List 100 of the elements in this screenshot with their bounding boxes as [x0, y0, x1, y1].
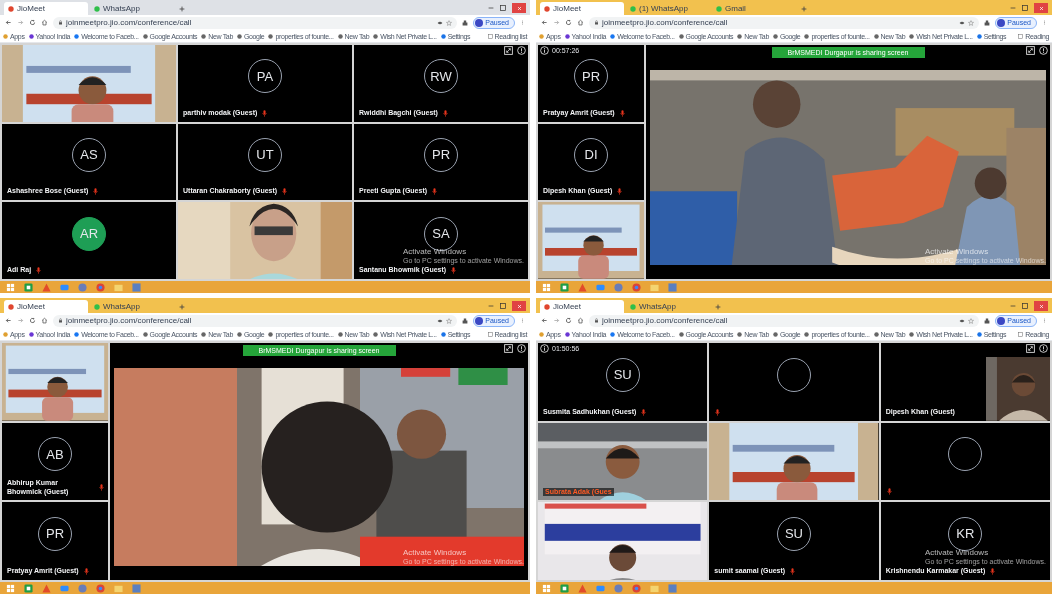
- address-field[interactable]: joinmeetpro.jio.com/conference/call: [53, 314, 458, 327]
- home-icon[interactable]: [41, 317, 48, 324]
- browser-icon[interactable]: [632, 282, 641, 292]
- folder-icon[interactable]: [114, 282, 123, 292]
- close-button[interactable]: [1034, 301, 1048, 311]
- close-button[interactable]: [512, 301, 526, 311]
- folder-icon[interactable]: [650, 583, 659, 593]
- alert-icon[interactable]: [517, 46, 526, 55]
- home-icon[interactable]: [41, 19, 48, 26]
- forward-icon[interactable]: [17, 317, 24, 324]
- back-icon[interactable]: [5, 19, 12, 26]
- minimize-icon[interactable]: [488, 303, 494, 309]
- reload-icon[interactable]: [565, 19, 572, 26]
- folder-icon[interactable]: [114, 583, 123, 593]
- window-app-icon[interactable]: [132, 583, 141, 593]
- alert-icon[interactable]: [517, 344, 526, 353]
- media-app-icon[interactable]: [614, 583, 623, 593]
- back-icon[interactable]: [541, 317, 548, 324]
- tab-favicon-icon: [544, 5, 550, 12]
- minimize-icon[interactable]: [488, 5, 494, 11]
- bookmark-favicon-icon: [3, 33, 8, 39]
- new-tab-icon[interactable]: [179, 304, 185, 310]
- reload-icon[interactable]: [29, 317, 36, 324]
- close-button[interactable]: [512, 3, 526, 13]
- star-icon[interactable]: [446, 19, 453, 26]
- star-icon[interactable]: [968, 19, 975, 26]
- address-field[interactable]: joinmeetpro.jio.com/conference/call: [53, 16, 458, 29]
- fullscreen-icon[interactable]: [1026, 46, 1035, 55]
- video-app-icon[interactable]: [60, 583, 69, 593]
- back-icon[interactable]: [541, 19, 548, 26]
- star-icon[interactable]: [968, 317, 975, 324]
- start-icon[interactable]: [542, 282, 551, 292]
- browser-tab[interactable]: JioMeet: [540, 2, 624, 15]
- window-app-icon[interactable]: [668, 583, 677, 593]
- browser-tab[interactable]: JioMeet: [540, 300, 624, 313]
- new-tab-icon[interactable]: [715, 304, 721, 310]
- video-app-icon[interactable]: [596, 583, 605, 593]
- browser-tab[interactable]: WhatsApp: [90, 2, 174, 15]
- close-icon: [516, 303, 522, 309]
- home-icon[interactable]: [577, 317, 584, 324]
- bookmark-favicon-icon: [440, 33, 446, 39]
- forward-icon[interactable]: [553, 317, 560, 324]
- reload-icon[interactable]: [565, 317, 572, 324]
- alert-icon[interactable]: [1039, 46, 1048, 55]
- bookmark-favicon-icon: [201, 33, 207, 39]
- triangle-app-icon[interactable]: [578, 583, 587, 593]
- browser-icon[interactable]: [632, 583, 641, 593]
- forward-icon[interactable]: [17, 19, 24, 26]
- app-icon[interactable]: [560, 583, 569, 593]
- info-icon[interactable]: [540, 344, 549, 353]
- close-button[interactable]: [1034, 3, 1048, 13]
- app-icon[interactable]: [24, 583, 33, 593]
- minimize-icon[interactable]: [1010, 5, 1016, 11]
- browser-icon[interactable]: [96, 282, 105, 292]
- new-tab-icon[interactable]: [179, 6, 185, 12]
- profile-avatar-icon: [475, 316, 484, 325]
- video-app-icon[interactable]: [60, 282, 69, 292]
- video-app-icon[interactable]: [596, 282, 605, 292]
- reading-list-icon: [1018, 331, 1024, 337]
- fullscreen-icon[interactable]: [504, 46, 513, 55]
- maximize-icon[interactable]: [1022, 5, 1028, 11]
- window-app-icon[interactable]: [668, 282, 677, 292]
- minimize-icon[interactable]: [1010, 303, 1016, 309]
- activation-notice-title: Activate Windows: [403, 549, 468, 557]
- browser-tab[interactable]: JioMeet: [4, 2, 88, 15]
- new-tab-icon[interactable]: [801, 6, 807, 12]
- app-icon[interactable]: [24, 282, 33, 292]
- address-field[interactable]: joinmeetpro.jio.com/conference/call: [589, 16, 980, 29]
- maximize-icon[interactable]: [1022, 303, 1028, 309]
- browser-icon[interactable]: [96, 583, 105, 593]
- address-field[interactable]: joinmeetpro.jio.com/conference/call: [589, 314, 980, 327]
- bookmark-favicon-icon: [610, 33, 616, 39]
- maximize-icon[interactable]: [500, 5, 506, 11]
- fullscreen-icon[interactable]: [504, 344, 513, 353]
- fullscreen-icon[interactable]: [1026, 344, 1035, 353]
- back-icon[interactable]: [5, 317, 12, 324]
- triangle-app-icon[interactable]: [42, 282, 51, 292]
- start-icon[interactable]: [6, 282, 15, 292]
- window-app-icon[interactable]: [132, 282, 141, 292]
- start-icon[interactable]: [6, 583, 15, 593]
- browser-tab[interactable]: (1) WhatsApp: [626, 2, 710, 15]
- home-icon[interactable]: [577, 19, 584, 26]
- browser-tab[interactable]: WhatsApp: [90, 300, 174, 313]
- maximize-icon[interactable]: [500, 303, 506, 309]
- star-icon[interactable]: [446, 317, 453, 324]
- media-app-icon[interactable]: [78, 583, 87, 593]
- browser-tab[interactable]: Gmail: [712, 2, 796, 15]
- app-icon[interactable]: [560, 282, 569, 292]
- alert-icon[interactable]: [1039, 344, 1048, 353]
- triangle-app-icon[interactable]: [578, 282, 587, 292]
- triangle-app-icon[interactable]: [42, 583, 51, 593]
- folder-icon[interactable]: [650, 282, 659, 292]
- browser-tab[interactable]: WhatsApp: [626, 300, 710, 313]
- browser-tab[interactable]: JioMeet: [4, 300, 88, 313]
- media-app-icon[interactable]: [614, 282, 623, 292]
- info-icon[interactable]: [540, 46, 549, 55]
- reload-icon[interactable]: [29, 19, 36, 26]
- forward-icon[interactable]: [553, 19, 560, 26]
- media-app-icon[interactable]: [78, 282, 87, 292]
- start-icon[interactable]: [542, 583, 551, 593]
